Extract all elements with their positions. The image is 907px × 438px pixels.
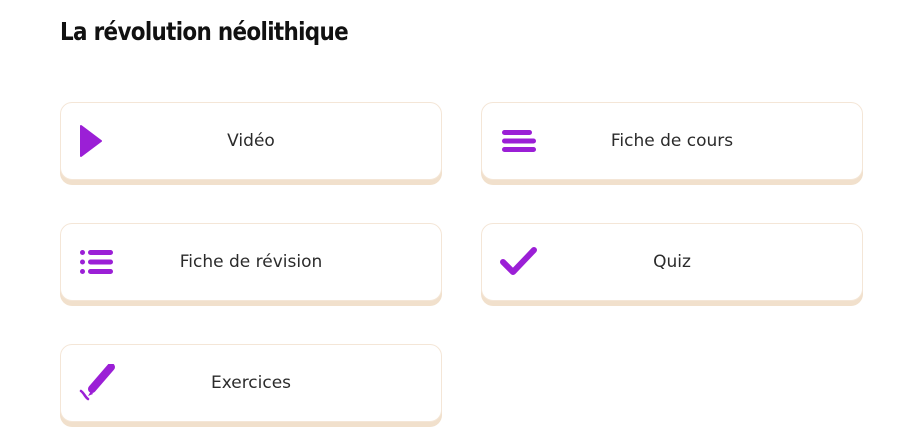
course-sheet-card-label: Fiche de cours <box>610 131 734 151</box>
exercises-card[interactable]: Exercices <box>60 344 442 422</box>
quiz-card-label: Quiz <box>653 252 691 272</box>
revision-sheet-card-label: Fiche de révision <box>179 252 323 272</box>
quiz-card[interactable]: Quiz <box>481 223 863 301</box>
video-card[interactable]: Vidéo <box>60 102 442 180</box>
revision-sheet-card[interactable]: Fiche de révision <box>60 223 442 301</box>
exercises-card-label: Exercices <box>210 373 292 393</box>
course-sheet-card[interactable]: Fiche de cours <box>481 102 863 180</box>
page-title: La révolution néolithique <box>60 17 349 46</box>
video-card-label: Vidéo <box>227 131 275 151</box>
